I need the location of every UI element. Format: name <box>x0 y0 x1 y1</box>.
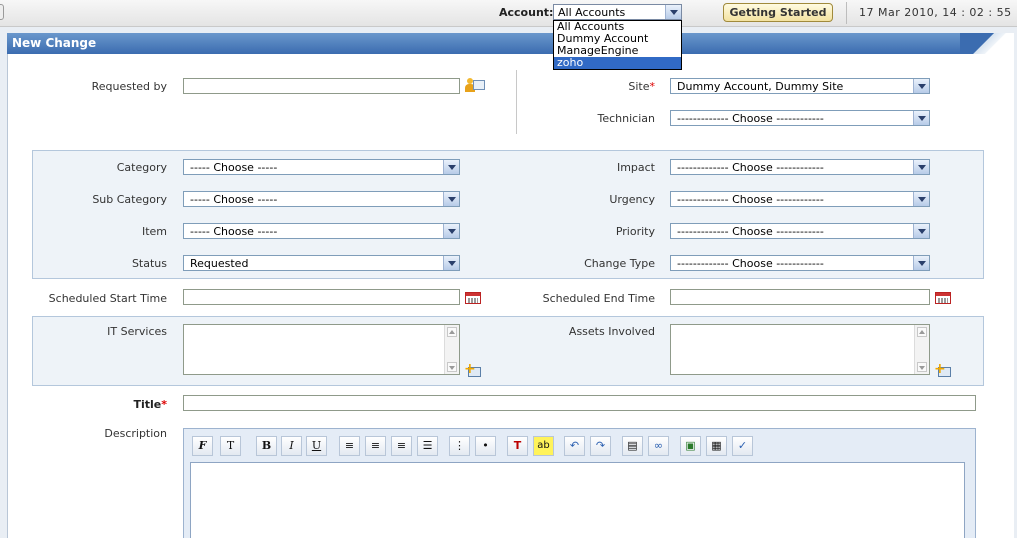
technician-select[interactable]: ------------- Choose ------------ <box>670 110 930 126</box>
chevron-down-icon[interactable] <box>913 256 929 270</box>
add-asset-icon[interactable]: + <box>934 362 952 378</box>
link-icon[interactable]: ∞ <box>648 436 669 456</box>
italic-button[interactable]: I <box>281 436 302 456</box>
chevron-down-icon[interactable] <box>913 192 929 206</box>
chevron-down-icon[interactable] <box>443 224 459 238</box>
top-bar: Account: All Accounts Getting Started 17… <box>0 0 1017 27</box>
align-center-icon[interactable]: ≡ <box>365 436 386 456</box>
change-type-label: Change Type <box>584 257 655 270</box>
description-textarea[interactable] <box>190 462 965 538</box>
account-dropdown-list: All Accounts Dummy Account ManageEngine … <box>553 20 682 70</box>
assets-involved-list[interactable] <box>670 324 930 375</box>
chevron-down-icon[interactable] <box>665 5 681 19</box>
page-title: New Change <box>12 36 97 50</box>
calendar-icon[interactable] <box>465 292 481 304</box>
priority-select-value: ------------- Choose ------------ <box>677 225 824 238</box>
underline-button[interactable]: U <box>306 436 327 456</box>
align-justify-icon[interactable]: ☰ <box>417 436 438 456</box>
impact-select-value: ------------- Choose ------------ <box>677 161 824 174</box>
item-select[interactable]: ----- Choose ----- <box>183 223 460 239</box>
getting-started-button[interactable]: Getting Started <box>723 3 833 22</box>
sub-category-label: Sub Category <box>92 193 167 206</box>
site-select-value: Dummy Account, Dummy Site <box>677 80 844 93</box>
insert-image-icon[interactable]: ▣ <box>680 436 701 456</box>
left-tab-handle[interactable] <box>0 4 4 20</box>
assets-scrollbar[interactable] <box>914 325 929 374</box>
font-size-button[interactable]: T <box>220 436 241 456</box>
impact-label: Impact <box>616 161 655 174</box>
font-family-button[interactable]: F <box>192 436 213 456</box>
chevron-down-icon[interactable] <box>443 160 459 174</box>
account-label: Account: <box>499 6 554 19</box>
align-left-icon[interactable]: ≡ <box>339 436 360 456</box>
column-separator <box>516 70 517 134</box>
redo-icon[interactable]: ↷ <box>590 436 611 456</box>
status-select-value: Requested <box>190 257 249 270</box>
requested-by-label: Requested by <box>91 80 167 93</box>
category-select[interactable]: ----- Choose ----- <box>183 159 460 175</box>
sub-category-select-value: ----- Choose ----- <box>190 193 278 206</box>
horizontal-rule-icon[interactable]: ▤ <box>622 436 643 456</box>
it-services-list[interactable] <box>183 324 460 375</box>
account-select[interactable]: All Accounts <box>553 4 682 20</box>
panel-header-corner <box>960 33 1014 54</box>
add-it-service-icon[interactable]: + <box>464 362 482 378</box>
align-right-icon[interactable]: ≡ <box>391 436 412 456</box>
paste-icon[interactable]: ▦ <box>706 436 727 456</box>
account-select-value: All Accounts <box>558 6 626 19</box>
status-select[interactable]: Requested <box>183 255 460 271</box>
scheduled-start-label: Scheduled Start Time <box>48 292 167 305</box>
site-select[interactable]: Dummy Account, Dummy Site <box>670 78 930 94</box>
category-select-value: ----- Choose ----- <box>190 161 278 174</box>
highlight-button[interactable]: ab <box>533 436 554 456</box>
assets-involved-label: Assets Involved <box>568 325 655 338</box>
urgency-select-value: ------------- Choose ------------ <box>677 193 824 206</box>
account-option-highlighted[interactable]: zoho <box>554 57 681 69</box>
status-label: Status <box>131 257 167 270</box>
item-select-value: ----- Choose ----- <box>190 225 278 238</box>
urgency-label: Urgency <box>609 193 655 206</box>
change-type-select-value: ------------- Choose ------------ <box>677 257 824 270</box>
topbar-divider <box>846 2 847 24</box>
urgency-select[interactable]: ------------- Choose ------------ <box>670 191 930 207</box>
chevron-down-icon[interactable] <box>913 160 929 174</box>
spell-check-icon[interactable]: ✓ <box>732 436 753 456</box>
impact-select[interactable]: ------------- Choose ------------ <box>670 159 930 175</box>
category-label: Category <box>116 161 167 174</box>
text-color-button[interactable]: T <box>507 436 528 456</box>
undo-icon[interactable]: ↶ <box>564 436 585 456</box>
priority-label: Priority <box>615 225 655 238</box>
scheduled-start-input[interactable] <box>183 289 460 305</box>
priority-select[interactable]: ------------- Choose ------------ <box>670 223 930 239</box>
chevron-down-icon[interactable] <box>443 192 459 206</box>
title-label: Title* <box>133 398 167 411</box>
chevron-down-icon[interactable] <box>913 111 929 125</box>
technician-label: Technician <box>597 112 655 125</box>
user-lookup-icon[interactable] <box>465 77 485 93</box>
it-services-label: IT Services <box>107 325 167 338</box>
panel-header: New Change <box>7 33 987 54</box>
requested-by-input[interactable] <box>183 78 460 94</box>
bullet-list-icon[interactable]: • <box>475 436 496 456</box>
bold-button[interactable]: B <box>256 436 277 456</box>
numbered-list-icon[interactable]: ⋮ <box>449 436 470 456</box>
sub-category-select[interactable]: ----- Choose ----- <box>183 191 460 207</box>
chevron-down-icon[interactable] <box>443 256 459 270</box>
current-datetime: 17 Mar 2010, 14 : 02 : 55 <box>859 6 1012 19</box>
technician-select-value: ------------- Choose ------------ <box>677 112 824 125</box>
calendar-icon[interactable] <box>935 292 951 304</box>
change-type-select[interactable]: ------------- Choose ------------ <box>670 255 930 271</box>
title-input[interactable] <box>183 395 976 411</box>
chevron-down-icon[interactable] <box>913 79 929 93</box>
it-services-scrollbar[interactable] <box>444 325 459 374</box>
description-editor: F T B I U ≡ ≡ ≡ ☰ ⋮ • T ab ↶ ↷ ▤ ∞ ▣ ▦ ✓ <box>183 428 976 538</box>
description-label: Description <box>104 427 167 440</box>
scheduled-end-input[interactable] <box>670 289 930 305</box>
scheduled-end-label: Scheduled End Time <box>542 292 655 305</box>
item-label: Item <box>141 225 167 238</box>
chevron-down-icon[interactable] <box>913 224 929 238</box>
site-label: Site* <box>628 80 655 93</box>
